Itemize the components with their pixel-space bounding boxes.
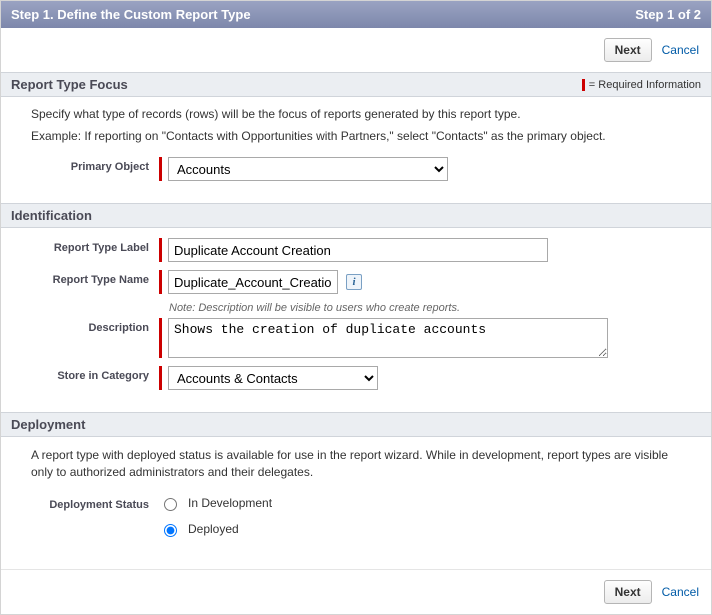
required-marker [159,318,162,358]
required-legend: = Required Information [582,79,701,91]
description-note: Note: Description will be visible to use… [169,302,681,314]
wizard-container: Step 1. Define the Custom Report Type St… [0,0,712,615]
top-button-bar: Next Cancel [1,28,711,72]
section-title-identification: Identification [11,208,92,223]
next-button-bottom[interactable]: Next [604,580,652,604]
report-type-name-row: Report Type Name i [31,270,681,294]
section-body-identification: Report Type Label Report Type Name i Not… [1,228,711,412]
section-header-focus: Report Type Focus = Required Information [1,72,711,97]
required-marker [159,366,162,390]
category-select[interactable]: Accounts & Contacts [168,366,378,390]
report-type-label-row: Report Type Label [31,238,681,262]
radio-in-development-label: In Development [188,496,272,510]
deployment-status-label: Deployment Status [31,495,159,511]
focus-instruction-1: Specify what type of records (rows) will… [31,107,681,121]
primary-object-select[interactable]: Accounts [168,157,448,181]
report-type-name-label: Report Type Name [31,270,159,286]
report-type-label-input[interactable] [168,238,548,262]
radio-in-development[interactable] [164,498,177,511]
category-row: Store in Category Accounts & Contacts [31,366,681,390]
category-label: Store in Category [31,366,159,382]
required-bar-icon [582,79,585,91]
cancel-link-top[interactable]: Cancel [662,43,699,57]
section-title-deployment: Deployment [11,417,85,432]
required-marker [159,238,162,262]
primary-object-row: Primary Object Accounts [31,157,681,181]
description-row: Description Shows the creation of duplic… [31,318,681,358]
cancel-link-bottom[interactable]: Cancel [662,585,699,599]
section-body-focus: Specify what type of records (rows) will… [1,97,711,203]
radio-deployed[interactable] [164,524,177,537]
deployment-status-row: Deployment Status In Development Deploye… [31,495,681,547]
required-marker [159,270,162,294]
wizard-step-indicator: Step 1 of 2 [635,7,701,22]
wizard-header: Step 1. Define the Custom Report Type St… [1,1,711,28]
next-button-top[interactable]: Next [604,38,652,62]
focus-instruction-2: Example: If reporting on "Contacts with … [31,129,681,143]
radio-row-deployed: Deployed [159,521,681,537]
radio-deployed-label: Deployed [188,522,239,536]
bottom-button-bar: Next Cancel [1,569,711,614]
section-body-deployment: A report type with deployed status is av… [1,437,711,569]
section-header-identification: Identification [1,203,711,228]
radio-row-in-development: In Development [159,495,681,511]
section-header-deployment: Deployment [1,412,711,437]
wizard-title: Step 1. Define the Custom Report Type [11,7,251,22]
report-type-label-label: Report Type Label [31,238,159,254]
description-textarea[interactable]: Shows the creation of duplicate accounts [168,318,608,358]
report-type-name-input[interactable] [168,270,338,294]
info-icon[interactable]: i [346,274,362,290]
section-title-focus: Report Type Focus [11,77,128,92]
required-marker [159,157,162,181]
primary-object-label: Primary Object [31,157,159,173]
deployment-description: A report type with deployed status is av… [31,447,681,481]
description-label: Description [31,318,159,334]
required-legend-text: = Required Information [589,79,701,91]
